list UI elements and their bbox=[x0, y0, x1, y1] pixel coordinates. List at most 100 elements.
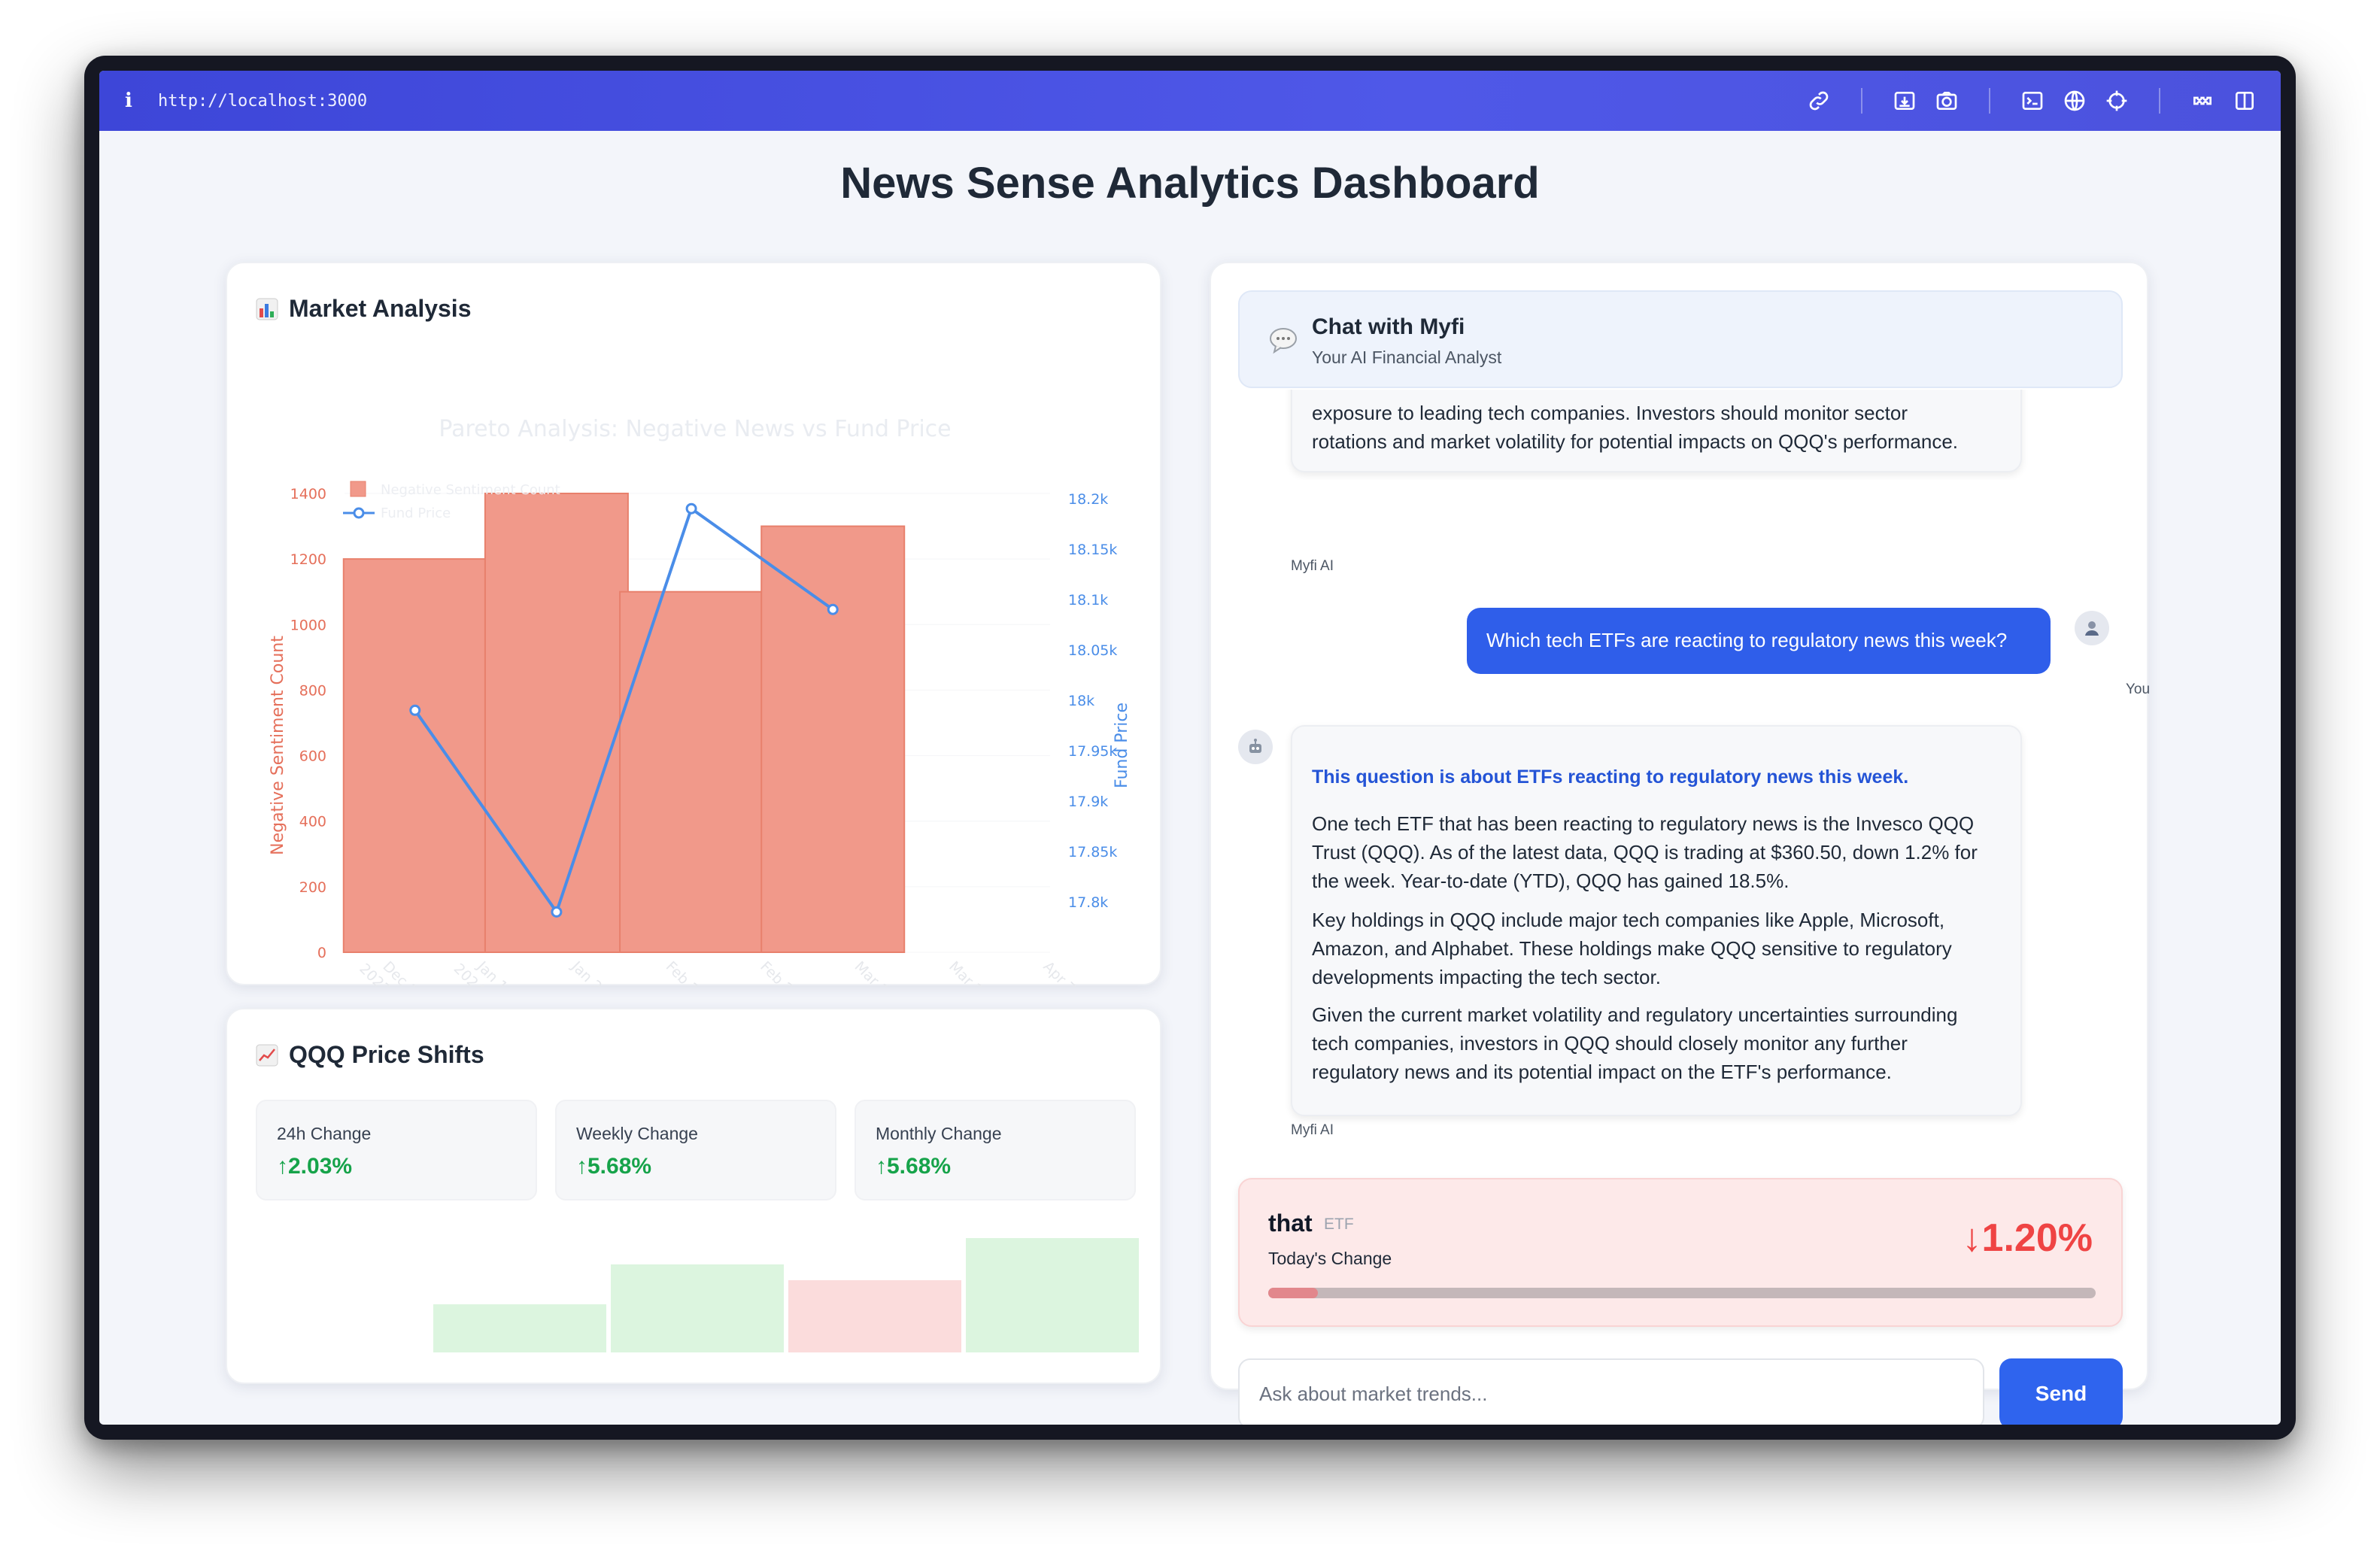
price-shift-bar bbox=[433, 1304, 606, 1352]
ai-paragraph: Given the current market volatility and … bbox=[1312, 1000, 1957, 1086]
y-tick-label: 0 bbox=[317, 945, 326, 961]
ai-message-line: regulatory news and its potential impact… bbox=[1312, 1061, 1892, 1083]
fund-price-point bbox=[409, 704, 421, 716]
y-tick-label: 1000 bbox=[290, 617, 326, 633]
x-tick-label: Mar 10 bbox=[852, 958, 898, 987]
ai-message-line: Trust (QQQ). As of the latest data, QQQ … bbox=[1312, 841, 1978, 864]
negative-sentiment-bar bbox=[760, 525, 906, 954]
negative-sentiment-bar bbox=[484, 493, 629, 953]
y-tick-label: 400 bbox=[299, 814, 326, 830]
x-tick-label: Apr 7 bbox=[1040, 958, 1079, 987]
ai-message-line: One tech ETF that has been reacting to r… bbox=[1312, 812, 1975, 835]
y-axis-label: Negative Sentiment Count bbox=[269, 636, 287, 855]
price-shift-bar bbox=[611, 1264, 784, 1352]
y-tick-label: 800 bbox=[299, 682, 326, 699]
x-tick-label: Dec 312023 bbox=[356, 948, 427, 987]
sidebar-toggle-icon[interactable] bbox=[2224, 80, 2266, 122]
chat-panel: Chat with Myfi Your AI Financial Analyst… bbox=[1210, 262, 2150, 1425]
crosshair-icon[interactable] bbox=[2096, 80, 2138, 122]
legend-label: Fund Price bbox=[381, 505, 451, 521]
line-chart-icon bbox=[256, 1044, 278, 1066]
ai-message-line: Amazon, and Alphabet. These holdings mak… bbox=[1312, 937, 1952, 960]
etf-change-value: ↓1.20% bbox=[1962, 1216, 2093, 1260]
y2-tick-label: 18k bbox=[1068, 693, 1094, 709]
price-shifts-heading: QQQ Price Shifts bbox=[256, 1041, 484, 1069]
toolbar-divider bbox=[2159, 88, 2160, 114]
user-icon bbox=[2085, 621, 2099, 636]
browser-toolbar: i http://localhost:3000 bbox=[99, 71, 2281, 131]
toolbar-divider bbox=[1861, 88, 1862, 114]
price-shift-bar bbox=[788, 1280, 961, 1352]
device-frame: i http://localhost:3000 News Sense Analy… bbox=[84, 56, 2296, 1440]
chat-input[interactable] bbox=[1238, 1358, 1984, 1425]
info-icon[interactable]: i bbox=[125, 90, 143, 112]
y-tick-label: 1200 bbox=[290, 551, 326, 568]
negative-sentiment-bar bbox=[619, 590, 764, 953]
stat-value: ↑2.03% bbox=[277, 1154, 353, 1179]
ai-message: This question is about ETFs reacting to … bbox=[1291, 725, 2022, 1116]
etf-tag: ETF bbox=[1324, 1216, 1354, 1233]
x-tick-label: Feb 11 bbox=[663, 958, 709, 987]
etf-progress-track bbox=[1268, 1288, 2096, 1298]
etf-progress-fill bbox=[1268, 1288, 1318, 1298]
extension-icon[interactable] bbox=[2181, 80, 2224, 122]
y2-tick-label: 17.95k bbox=[1068, 743, 1117, 760]
etf-change-label: Today's Change bbox=[1268, 1249, 1392, 1268]
ai-message-line: the week. Year-to-date (YTD), QQQ has ga… bbox=[1312, 870, 1790, 892]
etf-change-card[interactable]: that ETF Today's Change ↓1.20% bbox=[1238, 1178, 2123, 1327]
fund-price-point bbox=[827, 603, 839, 615]
bot-avatar bbox=[1238, 730, 1273, 764]
stat-label: Weekly Change bbox=[576, 1124, 698, 1143]
ai-paragraph: One tech ETF that has been reacting to r… bbox=[1312, 809, 1978, 895]
y-tick-label: 600 bbox=[299, 748, 326, 765]
message-sender: Myfi AI bbox=[1291, 558, 1334, 574]
legend-swatch-point bbox=[353, 507, 365, 519]
toolbar-icons bbox=[1798, 71, 2266, 131]
y2-axis-label: Fund Price bbox=[1113, 703, 1131, 788]
stat-label: 24h Change bbox=[277, 1124, 372, 1143]
download-icon[interactable] bbox=[1884, 80, 1926, 122]
robot-icon bbox=[1249, 739, 1261, 753]
ai-message: exposure to leading tech companies. Inve… bbox=[1291, 390, 2022, 472]
message-sender: Myfi AI bbox=[1291, 1122, 1334, 1138]
send-button[interactable]: Send bbox=[1999, 1358, 2123, 1425]
market-analysis-card: Market Analysis Pareto Analysis: Negativ… bbox=[226, 262, 1161, 987]
ai-message-line: Given the current market volatility and … bbox=[1312, 1003, 1958, 1026]
price-shifts-title: QQQ Price Shifts bbox=[289, 1041, 484, 1068]
y2-tick-label: 17.8k bbox=[1068, 894, 1108, 911]
page-title: News Sense Analytics Dashboard bbox=[840, 159, 1540, 208]
negative-sentiment-bar bbox=[342, 558, 487, 953]
x-tick-label: Feb 25 bbox=[757, 958, 803, 987]
camera-icon[interactable] bbox=[1926, 80, 1968, 122]
ai-message-line: tech companies, investors in QQQ should … bbox=[1312, 1032, 1908, 1055]
legend-label: Negative Sentiment Count bbox=[381, 482, 560, 498]
stat-value: ↑5.68% bbox=[876, 1154, 952, 1179]
chat-subtitle: Your AI Financial Analyst bbox=[1312, 348, 1502, 367]
y-tick-label: 200 bbox=[299, 879, 326, 896]
ai-highlight: This question is about ETFs reacting to … bbox=[1312, 766, 1909, 788]
speech-bubble-icon bbox=[1270, 328, 1297, 354]
pareto-chart: Pareto Analysis: Negative News vs Fund P… bbox=[269, 416, 1131, 987]
x-tick-label: Jan 142024 bbox=[451, 948, 518, 987]
user-message: Which tech ETFs are reacting to regulato… bbox=[1467, 608, 2051, 674]
ai-message-line: Key holdings in QQQ include major tech c… bbox=[1312, 909, 1945, 931]
stat-monthly: Monthly Change ↑5.68% bbox=[855, 1100, 1136, 1200]
stat-value: ↑5.68% bbox=[576, 1154, 652, 1179]
terminal-icon[interactable] bbox=[2011, 80, 2054, 122]
url-bar[interactable]: http://localhost:3000 bbox=[158, 92, 367, 111]
y2-tick-label: 18.1k bbox=[1068, 592, 1108, 609]
user-avatar bbox=[2075, 611, 2109, 645]
y2-tick-label: 18.15k bbox=[1068, 542, 1117, 558]
fund-price-point bbox=[685, 502, 697, 514]
chat-scroll-clip: exposure to leading tech companies. Inve… bbox=[1238, 390, 2123, 480]
chat-header: Chat with Myfi Your AI Financial Analyst bbox=[1238, 290, 2123, 388]
browser-viewport: i http://localhost:3000 News Sense Analy… bbox=[99, 71, 2281, 1425]
globe-icon[interactable] bbox=[2054, 80, 2096, 122]
ai-paragraph: Key holdings in QQQ include major tech c… bbox=[1312, 906, 1952, 991]
ai-message-line: rotations and market volatility for pote… bbox=[1312, 430, 1959, 453]
fund-price-point bbox=[551, 906, 563, 918]
link-icon[interactable] bbox=[1798, 80, 1840, 122]
x-tick-label: Jan 28 bbox=[568, 958, 612, 987]
ai-message-line: developments impacting the tech sector. bbox=[1312, 966, 1661, 988]
y2-tick-label: 17.85k bbox=[1068, 844, 1117, 860]
